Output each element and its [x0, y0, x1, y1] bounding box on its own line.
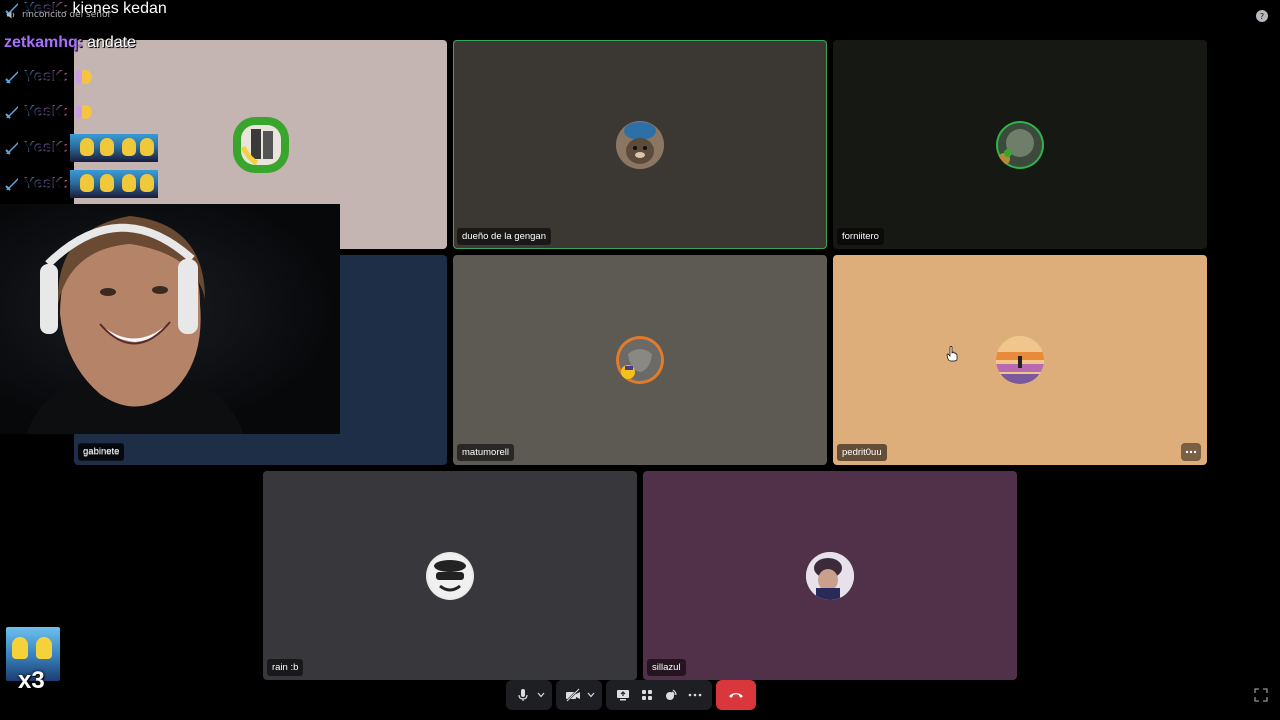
chat-username: YesK: — [24, 175, 69, 192]
participant-avatar — [996, 336, 1044, 384]
streamer-webcam: gabinete — [0, 204, 340, 434]
activities-icon[interactable] — [636, 684, 658, 706]
channel-title: rinconcito del señor — [22, 10, 112, 20]
channel-header: rinconcito del señor — [6, 8, 111, 22]
chat-message: YesK: — [4, 133, 159, 163]
participant-avatar — [426, 551, 474, 600]
chat-message: YesK: — [4, 169, 159, 199]
participant-avatar — [616, 336, 664, 384]
disconnect-icon — [729, 693, 743, 698]
ellipsis-icon — [1185, 450, 1197, 454]
participant-avatar — [806, 551, 854, 600]
inbox-help-icon[interactable]: ? — [1254, 8, 1270, 24]
chat-username: YesK: — [24, 68, 69, 85]
mic-control — [506, 680, 552, 710]
chat-message: YesK: — [4, 97, 94, 127]
participant-name-gabinete: gabinete — [78, 443, 125, 460]
participant-tile-8[interactable]: sillazul — [643, 471, 1017, 680]
chat-message: YesK: — [4, 62, 94, 92]
voice-controls-bar — [506, 680, 756, 710]
camera-off-icon[interactable] — [562, 684, 584, 706]
chat-username: YesK: — [24, 139, 69, 156]
chat-username: zetkamhq: — [4, 34, 84, 51]
participant-avatar — [616, 120, 664, 169]
participant-tile-5[interactable]: matumorell — [453, 255, 827, 465]
speaker-icon — [7, 11, 15, 19]
chat-text: andate — [87, 34, 137, 51]
chat-username: YesK: — [24, 103, 69, 120]
sword-icon — [5, 178, 18, 191]
camera-control — [556, 680, 602, 710]
participant-name: sillazul — [647, 659, 686, 676]
chevron-down-icon[interactable] — [586, 690, 596, 700]
participant-tile-2[interactable]: dueño de la gengan — [453, 40, 827, 249]
participant-name: forniitero — [837, 228, 884, 245]
participant-tile-7[interactable]: rain :b — [263, 471, 637, 680]
screen-share-icon[interactable] — [612, 684, 634, 706]
microphone-icon[interactable] — [512, 684, 534, 706]
hand-emote-icon — [76, 70, 93, 84]
hand-cursor-icon — [946, 346, 958, 362]
chat-message: zetkamhq: andate — [4, 28, 136, 58]
tile-more-options-button[interactable] — [1181, 443, 1201, 461]
participant-name: pedrit0uu — [837, 444, 887, 461]
hand-emote-icon — [76, 105, 93, 119]
participant-tile-6[interactable]: pedrit0uu — [833, 255, 1207, 465]
participant-tile-3[interactable]: forniitero — [833, 40, 1207, 249]
sword-icon — [5, 142, 18, 155]
participant-avatar — [232, 116, 289, 173]
svg-text:?: ? — [1260, 12, 1264, 21]
emote-combo-overlay: x3 — [6, 627, 60, 694]
chevron-down-icon[interactable] — [536, 690, 546, 700]
emote-multiplier: x3 — [18, 667, 45, 694]
sword-icon — [5, 106, 18, 119]
actions-group — [606, 680, 712, 710]
minions-emote-icon — [70, 170, 159, 198]
fullscreen-icon[interactable] — [1254, 688, 1268, 702]
participant-avatar — [996, 120, 1044, 169]
minions-emote-icon — [70, 134, 159, 162]
participant-name: rain :b — [267, 659, 304, 676]
more-icon[interactable] — [684, 684, 706, 706]
disconnect-button[interactable] — [716, 680, 756, 710]
participant-name: dueño de la gengan — [457, 228, 551, 245]
soundboard-icon[interactable] — [660, 684, 682, 706]
sword-icon — [5, 71, 18, 84]
participant-name: matumorell — [457, 444, 514, 461]
